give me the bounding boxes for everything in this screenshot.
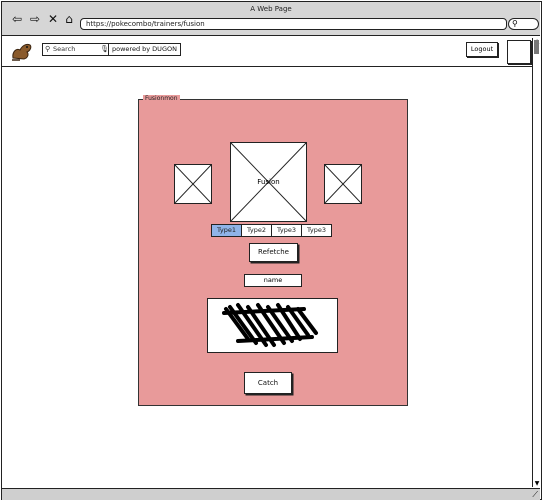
vertical-scrollbar[interactable]: ▲ ▼ [532,38,541,487]
tab-type3[interactable]: Type3 [271,224,302,237]
refetch-button[interactable]: Refetche [249,243,298,262]
search-input[interactable]: ⚲ Search 🎙 [42,43,112,56]
scroll-thumb[interactable] [534,40,539,54]
back-arrow-icon[interactable]: ⇦ [11,13,23,25]
tab-type2[interactable]: Type2 [241,224,272,237]
logout-button[interactable]: Logout [466,42,498,57]
squirrel-logo-icon [10,40,34,62]
name-field[interactable]: name [244,274,302,287]
parent-right-image [324,164,362,204]
type-tabs: Type1 Type2 Type3 Type3 [211,224,332,237]
search-icon: ⚲ [45,45,51,53]
fusion-image: Fusion [230,142,307,222]
avatar[interactable] [507,40,531,64]
scroll-down-icon[interactable]: ▼ [533,480,541,487]
captcha-image [207,298,338,353]
catch-button[interactable]: Catch [244,372,292,394]
status-bar: ⟋ [2,488,540,500]
parent-left-image [174,164,212,204]
home-icon[interactable]: ⌂ [63,13,75,25]
window-title: A Web Page [250,5,292,13]
tab-type1[interactable]: Type1 [211,224,242,237]
panel-title: Fusionmon [143,95,180,103]
url-bar[interactable]: https://pokecombo/trainers/fusion [80,18,507,30]
app-header: ⚲ Search 🎙 powered by DUGON Logout [2,37,540,67]
close-x-icon[interactable]: ✕ [47,13,59,25]
forward-arrow-icon[interactable]: ⇨ [29,13,41,25]
search-icon: ⚲ [512,19,518,28]
search-placeholder: Search [53,45,76,53]
powered-by-badge: powered by DUGON [108,43,181,56]
tab-type3-second[interactable]: Type3 [301,224,332,237]
fusion-image-label: Fusion [257,178,280,186]
resize-grip-icon[interactable]: ⟋ [532,490,538,499]
browser-search-button[interactable]: ⚲ [508,18,539,30]
browser-titlebar: A Web Page ⇦ ⇨ ✕ ⌂ https://pokecombo/tra… [2,2,540,36]
header-divider [2,66,540,67]
